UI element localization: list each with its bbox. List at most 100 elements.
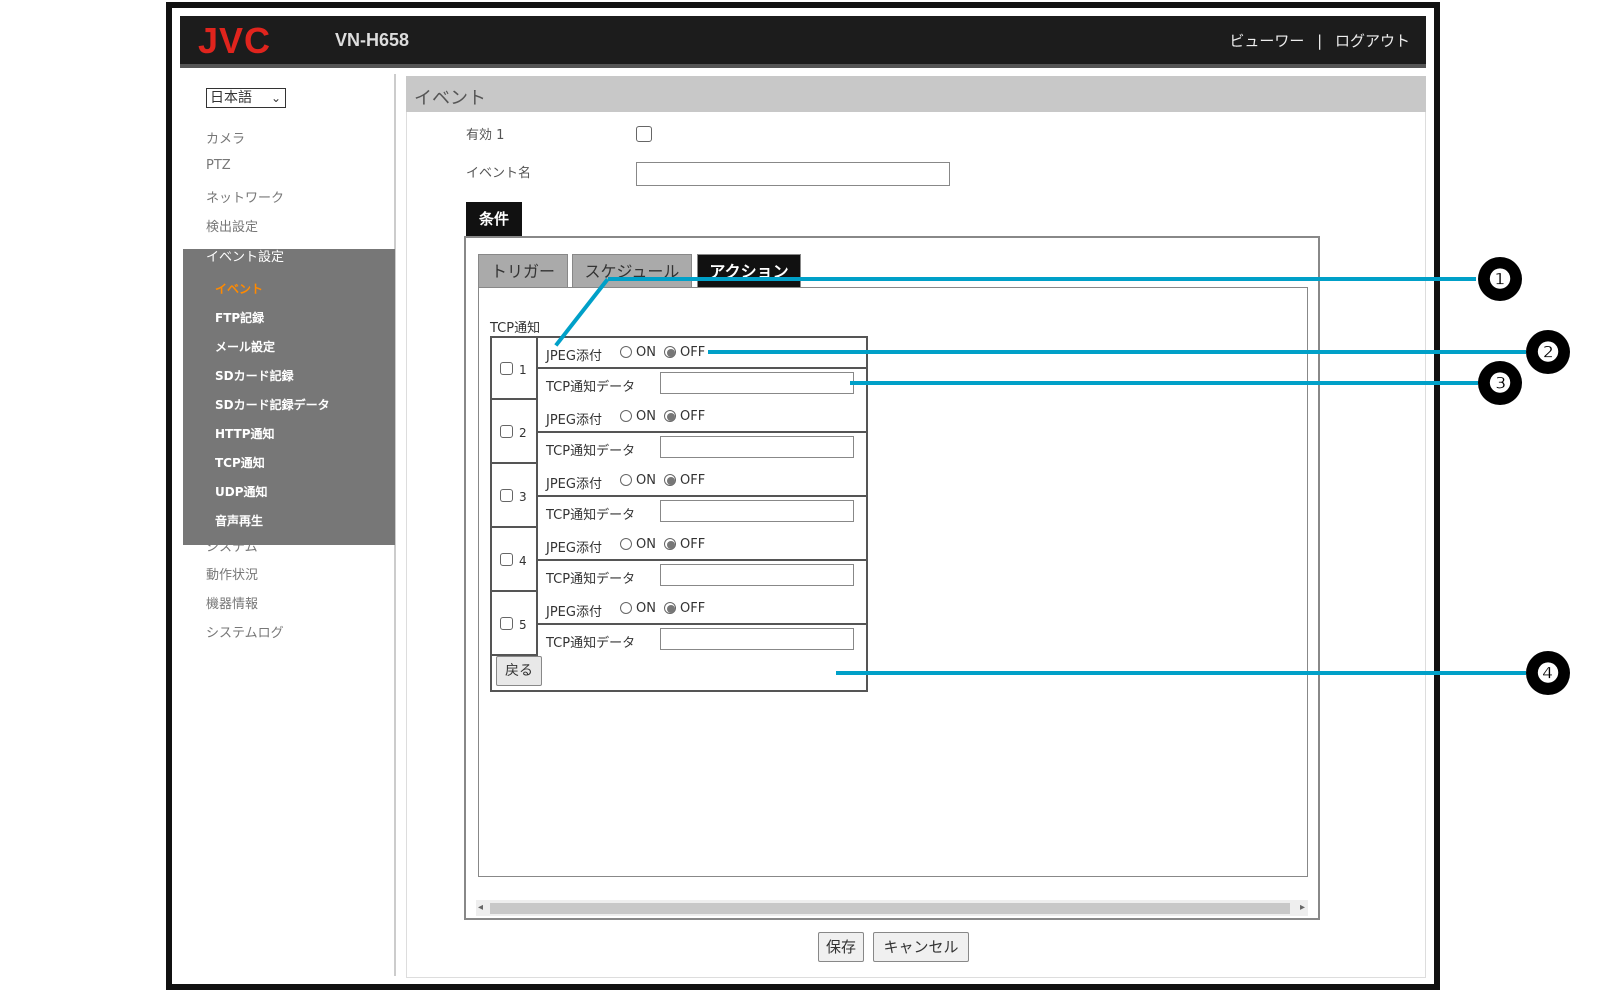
sidebar-item-status[interactable]: 動作状況	[206, 564, 258, 583]
row-5-radio-off[interactable]	[664, 602, 676, 614]
row-2-radio-on[interactable]	[620, 410, 632, 422]
row-1-number: 1	[519, 363, 527, 377]
row-5-checkbox[interactable]	[500, 617, 513, 630]
sidebar-item-event-settings[interactable]: イベント設定	[206, 246, 284, 265]
row-3-checkbox[interactable]	[500, 489, 513, 502]
sidebar-item-detection[interactable]: 検出設定	[206, 216, 258, 235]
sidebar-item-device-info[interactable]: 機器情報	[206, 593, 258, 612]
table-divider	[538, 623, 868, 625]
sidebar-subitem-event[interactable]: イベント	[215, 280, 263, 297]
callout-line-3	[850, 381, 1478, 385]
scroll-right-icon[interactable]: ▸	[1300, 900, 1305, 916]
row-5-number: 5	[519, 618, 527, 632]
page-title: イベント	[414, 88, 486, 109]
tcp-notify-label: TCP通知	[490, 321, 541, 336]
sidebar-item-camera[interactable]: カメラ	[206, 128, 245, 147]
row-number-cell	[491, 528, 538, 592]
row-5-tcp-data-input[interactable]	[660, 628, 854, 650]
scrollbar-thumb[interactable]	[490, 903, 1290, 914]
subtab-trigger[interactable]: トリガー	[478, 254, 568, 288]
callout-marker-3: ❸	[1478, 361, 1522, 405]
radio-on-label: ON	[636, 345, 656, 360]
row-1-checkbox[interactable]	[500, 362, 513, 375]
row-5-radio-on[interactable]	[620, 602, 632, 614]
enable-label: 有効 1	[466, 128, 505, 143]
row-4-radio-off[interactable]	[664, 538, 676, 550]
radio-off-label: OFF	[680, 537, 706, 552]
cancel-button[interactable]: キャンセル	[873, 932, 969, 962]
tab-condition[interactable]: 条件	[466, 202, 522, 236]
row-number-cell	[491, 464, 538, 528]
language-select[interactable]: 日本語 ⌄	[206, 88, 286, 108]
sidebar-subitem-sd-record[interactable]: SDカード記録	[215, 367, 294, 384]
row-2-checkbox[interactable]	[500, 425, 513, 438]
sidebar-subitem-udp[interactable]: UDP通知	[215, 483, 268, 500]
language-value: 日本語	[210, 90, 252, 106]
save-button[interactable]: 保存	[818, 932, 864, 962]
page-title-bar	[406, 76, 1426, 112]
row-3-radio-off[interactable]	[664, 474, 676, 486]
callout-line-4	[836, 671, 1526, 675]
callout-marker-4: ❹	[1526, 651, 1570, 695]
callout-marker-2: ❷	[1526, 330, 1570, 374]
callout-line-1	[608, 277, 1476, 281]
scroll-left-icon[interactable]: ◂	[478, 900, 483, 916]
tcp-data-label: TCP通知データ	[546, 508, 636, 523]
radio-off-label: OFF	[680, 601, 706, 616]
sidebar-subitem-mail[interactable]: メール設定	[215, 338, 275, 355]
row-4-number: 4	[519, 554, 527, 568]
row-4-checkbox[interactable]	[500, 553, 513, 566]
event-name-label: イベント名	[466, 166, 532, 181]
enable-checkbox[interactable]	[636, 126, 652, 142]
row-3-number: 3	[519, 490, 527, 504]
tcp-data-label: TCP通知データ	[546, 572, 636, 587]
logout-link[interactable]: ログアウト	[1335, 32, 1410, 50]
back-button[interactable]: 戻る	[496, 656, 542, 686]
table-divider	[538, 367, 868, 369]
sidebar-subitem-http[interactable]: HTTP通知	[215, 425, 275, 442]
viewer-link[interactable]: ビューワー	[1229, 32, 1304, 50]
row-4-radio-on[interactable]	[620, 538, 632, 550]
sidebar-item-ptz[interactable]: PTZ	[206, 158, 231, 173]
row-number-cell	[491, 592, 538, 656]
row-1-radio-off[interactable]	[664, 346, 676, 358]
sidebar-subitem-sd-record-data[interactable]: SDカード記録データ	[215, 396, 330, 413]
row-2-tcp-data-input[interactable]	[660, 436, 854, 458]
jpeg-attach-label: JPEG添付	[546, 541, 602, 556]
row-3-radio-on[interactable]	[620, 474, 632, 486]
callout-line-2	[708, 350, 1526, 354]
radio-off-label: OFF	[680, 473, 706, 488]
event-name-input[interactable]	[636, 162, 950, 186]
sidebar-subitem-audio[interactable]: 音声再生	[215, 512, 263, 529]
sidebar-item-system[interactable]: システム	[206, 536, 258, 555]
radio-on-label: ON	[636, 409, 656, 424]
row-3-tcp-data-input[interactable]	[660, 500, 854, 522]
radio-off-label: OFF	[680, 345, 706, 360]
chevron-down-icon: ⌄	[270, 91, 281, 105]
jpeg-attach-label: JPEG添付	[546, 349, 602, 364]
row-2-number: 2	[519, 426, 527, 440]
radio-on-label: ON	[636, 537, 656, 552]
tcp-data-label: TCP通知データ	[546, 444, 636, 459]
sidebar-subitem-ftp[interactable]: FTP記録	[215, 309, 264, 326]
subtab-action[interactable]: アクション	[697, 254, 801, 288]
header-links: ビューワー | ログアウト	[1150, 30, 1410, 51]
row-number-cell	[491, 336, 538, 400]
model-name: VN-H658	[335, 30, 410, 50]
sidebar-subitem-tcp[interactable]: TCP通知	[215, 454, 265, 471]
callout-marker-1: ❶	[1478, 257, 1522, 301]
jpeg-attach-label: JPEG添付	[546, 605, 602, 620]
radio-off-label: OFF	[680, 409, 706, 424]
subtab-schedule[interactable]: スケジュール	[572, 254, 692, 288]
row-1-tcp-data-input[interactable]	[660, 372, 854, 394]
row-number-cell	[491, 400, 538, 464]
table-divider	[538, 559, 868, 561]
jpeg-attach-label: JPEG添付	[546, 413, 602, 428]
table-divider	[538, 431, 868, 433]
row-2-radio-off[interactable]	[664, 410, 676, 422]
row-4-tcp-data-input[interactable]	[660, 564, 854, 586]
sidebar-item-system-log[interactable]: システムログ	[206, 622, 284, 641]
row-1-radio-on[interactable]	[620, 346, 632, 358]
jvc-logo: JVC	[198, 20, 272, 61]
sidebar-item-network[interactable]: ネットワーク	[206, 187, 284, 206]
